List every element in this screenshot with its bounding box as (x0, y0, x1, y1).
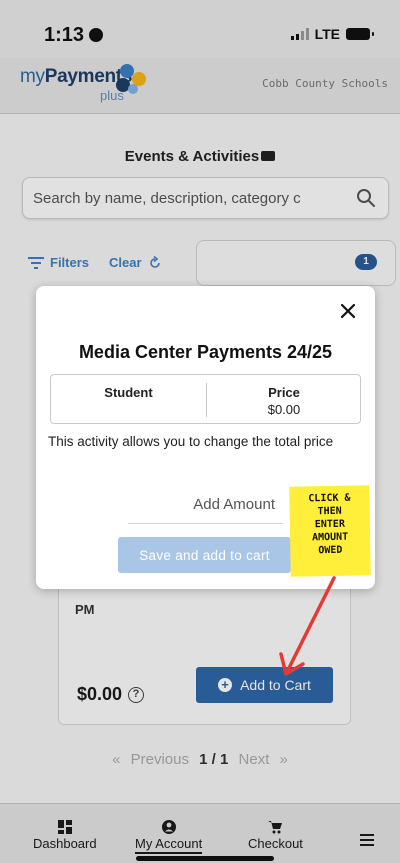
modal-description: This activity allows you to change the t… (48, 434, 334, 449)
annotation-text: CLICK & THEN ENTER AMOUNT OWED (308, 492, 351, 557)
student-column-header: Student (104, 385, 153, 400)
student-price-table: Student Price $0.00 (50, 374, 361, 424)
save-and-add-to-cart-button[interactable]: Save and add to cart (118, 537, 291, 573)
close-icon[interactable] (337, 300, 359, 322)
annotation-sticky-note: CLICK & THEN ENTER AMOUNT OWED (289, 485, 371, 577)
price-column-header: Price (268, 385, 300, 400)
modal-title: Media Center Payments 24/25 (78, 342, 333, 362)
price-value: $0.00 (267, 402, 301, 417)
add-amount-input[interactable] (128, 486, 283, 524)
